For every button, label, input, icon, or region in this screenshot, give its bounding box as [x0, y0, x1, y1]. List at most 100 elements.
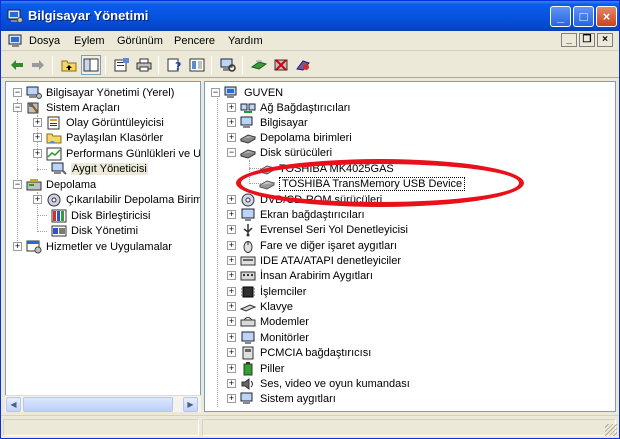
left-pane-horizontal-scrollbar[interactable]: ◀ ▶	[5, 395, 201, 412]
tree-item-root[interactable]: − Bilgisayar Yönetimi (Yerel)	[13, 85, 174, 100]
device-category-dvd-cd-rom[interactable]: + DVD/CD-ROM sürücüleri	[227, 192, 382, 207]
usb-drive-icon	[259, 179, 275, 190]
expand-icon[interactable]: +	[227, 133, 236, 142]
menu-dosya[interactable]: Dosya	[29, 35, 60, 47]
expand-icon[interactable]: +	[227, 271, 236, 280]
expand-icon[interactable]: +	[227, 379, 236, 388]
services-applications-icon	[26, 240, 42, 253]
scan-hardware-button[interactable]	[218, 55, 238, 75]
device-tree-root[interactable]: − GUVEN	[211, 85, 283, 100]
expand-icon[interactable]: +	[227, 225, 236, 234]
tree-label: Sistem aygıtları	[260, 392, 336, 405]
tree-label: TOSHIBA TransMemory USB Device	[279, 176, 466, 191]
expand-icon[interactable]: +	[227, 195, 236, 204]
tree-item-disk-management[interactable]: Disk Yönetimi	[51, 223, 138, 238]
expand-icon[interactable]: +	[227, 210, 236, 219]
print-button[interactable]	[134, 55, 154, 75]
expand-icon[interactable]: +	[33, 133, 42, 142]
device-category-computer[interactable]: + Bilgisayar	[227, 115, 308, 130]
device-category-mice[interactable]: + Fare ve diğer işaret aygıtları	[227, 238, 397, 253]
close-button[interactable]: ×	[596, 6, 617, 27]
device-category-pcmcia[interactable]: + PCMCIA bağdaştırıcısı	[227, 345, 371, 360]
expand-icon[interactable]: +	[33, 149, 42, 158]
expand-icon[interactable]: +	[227, 118, 236, 127]
expand-icon[interactable]: +	[227, 348, 236, 357]
title-bar[interactable]: Bilgisayar Yönetimi _ □ ×	[1, 1, 619, 31]
device-category-modems[interactable]: + Modemler	[227, 314, 309, 329]
tree-item-performance-logs[interactable]: + Performans Günlükleri ve Uy	[33, 146, 200, 161]
expand-icon[interactable]: +	[33, 195, 42, 204]
device-category-disk-drives[interactable]: − Disk sürücüleri	[227, 145, 332, 160]
system-menu-icon[interactable]	[8, 33, 24, 49]
tree-item-disk-defragmenter[interactable]: Disk Birleştiricisi	[51, 208, 150, 223]
device-toshiba-transmemory-usb[interactable]: TOSHIBA TransMemory USB Device	[259, 176, 466, 191]
scroll-right-icon[interactable]: ▶	[183, 397, 198, 412]
computer-management-icon	[7, 9, 23, 23]
device-category-usb-controllers[interactable]: + Evrensel Seri Yol Denetleyicisi	[227, 222, 408, 237]
device-category-processors[interactable]: + İşlemciler	[227, 284, 306, 299]
device-category-human-interface[interactable]: + İnsan Arabirim Aygıtları	[227, 268, 373, 283]
maximize-icon: □	[579, 9, 588, 24]
menu-gorunum[interactable]: Görünüm	[117, 35, 163, 47]
device-category-batteries[interactable]: + Piller	[227, 361, 284, 376]
menu-pencere[interactable]: Pencere	[174, 35, 215, 47]
expand-icon[interactable]: +	[227, 364, 236, 373]
back-button[interactable]	[7, 55, 27, 75]
update-driver-button[interactable]	[249, 55, 269, 75]
expand-icon[interactable]: +	[227, 287, 236, 296]
collapse-icon[interactable]: −	[211, 88, 220, 97]
expand-icon[interactable]: +	[13, 242, 22, 251]
console-tree-button[interactable]	[187, 55, 207, 75]
device-category-network-adapters[interactable]: + Ağ Bağdaştırıcıları	[227, 100, 351, 115]
collapse-icon[interactable]: −	[13, 180, 22, 189]
collapse-icon[interactable]: −	[227, 148, 236, 157]
scroll-left-icon[interactable]: ◀	[6, 397, 21, 412]
expand-icon[interactable]: +	[227, 241, 236, 250]
device-category-storage-volumes[interactable]: + Depolama birimleri	[227, 130, 352, 145]
console-tree-pane[interactable]: − Bilgisayar Yönetimi (Yerel) − Sistem A…	[5, 81, 201, 412]
expand-icon[interactable]: +	[227, 256, 236, 265]
collapse-icon[interactable]: −	[13, 103, 22, 112]
properties-button[interactable]	[112, 55, 132, 75]
device-tree-pane[interactable]: − GUVEN + Ağ Bağdaştırıcıları + Bilgisay…	[204, 81, 616, 412]
maximize-button[interactable]: □	[573, 6, 594, 27]
tree-item-event-viewer[interactable]: + Olay Görüntüleyicisi	[33, 115, 164, 130]
collapse-icon[interactable]: −	[13, 88, 22, 97]
menu-yardim[interactable]: Yardım	[228, 35, 263, 47]
mdi-close-button[interactable]: ×	[597, 33, 613, 47]
up-button[interactable]	[59, 55, 79, 75]
expand-icon[interactable]: +	[227, 103, 236, 112]
device-category-sound-video[interactable]: + Ses, video ve oyun kumandası	[227, 376, 410, 391]
disable-button[interactable]	[293, 55, 313, 75]
scroll-thumb[interactable]	[23, 397, 173, 412]
tree-item-services-applications[interactable]: + Hizmetler ve Uygulamalar	[13, 239, 172, 254]
expand-icon[interactable]: +	[227, 394, 236, 403]
menu-eylem[interactable]: Eylem	[74, 35, 105, 47]
status-cell-right	[202, 419, 616, 436]
computer-icon	[240, 116, 253, 128]
forward-button[interactable]	[28, 55, 48, 75]
show-hide-tree-button[interactable]	[81, 55, 101, 75]
device-toshiba-mk4025gas[interactable]: TOSHIBA MK4025GAS	[259, 161, 394, 176]
expand-icon[interactable]: +	[33, 118, 42, 127]
tree-item-removable-storage[interactable]: + Çıkarılabilir Depolama Birimi	[33, 192, 200, 207]
tree-item-shared-folders[interactable]: + Paylaşılan Klasörler	[33, 130, 163, 145]
expand-icon[interactable]: +	[227, 333, 236, 342]
mdi-minimize-button[interactable]: _	[561, 33, 577, 47]
device-category-display-adapters[interactable]: + Ekran bağdaştırıcıları	[227, 207, 365, 222]
tree-item-system-tools[interactable]: − Sistem Araçları	[13, 100, 120, 115]
resize-grip-icon[interactable]	[605, 424, 617, 436]
tree-item-device-manager[interactable]: Aygıt Yöneticisi	[51, 161, 148, 176]
help-button[interactable]: ?	[165, 55, 185, 75]
device-category-ide-ata[interactable]: + IDE ATA/ATAPI denetleyiciler	[227, 253, 401, 268]
tree-item-storage[interactable]: − Depolama	[13, 177, 96, 192]
device-category-system-devices[interactable]: + Sistem aygıtları	[227, 391, 336, 406]
expand-icon[interactable]: +	[227, 317, 236, 326]
minimize-button[interactable]: _	[550, 6, 571, 27]
uninstall-button[interactable]	[271, 55, 291, 75]
device-category-monitors[interactable]: + Monitörler	[227, 330, 309, 345]
show-hide-tree-icon	[83, 58, 99, 72]
expand-icon[interactable]: +	[227, 302, 236, 311]
mdi-restore-button[interactable]: ❐	[579, 33, 595, 47]
device-category-keyboard[interactable]: + Klavye	[227, 299, 293, 314]
